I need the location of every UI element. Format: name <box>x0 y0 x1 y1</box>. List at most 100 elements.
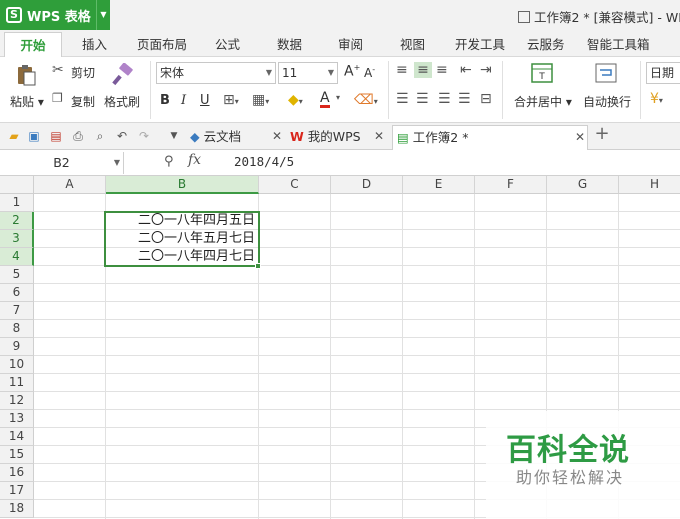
distributed-icon[interactable]: ⊟ <box>480 91 492 107</box>
tab-insert[interactable]: 插入 <box>82 32 107 57</box>
redo-icon[interactable]: ↷ <box>136 128 152 144</box>
italic-icon[interactable]: I <box>181 93 186 108</box>
selection-range <box>104 211 260 267</box>
row-header[interactable]: 16 <box>0 464 34 482</box>
align-left-icon[interactable]: ☰ <box>396 91 409 107</box>
fill-handle[interactable] <box>255 263 261 269</box>
open-folder-icon[interactable]: ▰ <box>6 128 22 144</box>
chevron-down-icon[interactable]: ▾ <box>336 93 340 102</box>
row-header[interactable]: 1 <box>0 194 34 212</box>
row-header[interactable]: 14 <box>0 428 34 446</box>
chevron-down-icon[interactable]: ▼ <box>166 128 182 144</box>
merge-center-icon[interactable]: T <box>530 61 554 85</box>
row-header[interactable]: 9 <box>0 338 34 356</box>
row-header[interactable]: 10 <box>0 356 34 374</box>
align-center-icon[interactable]: ☰ <box>416 91 429 107</box>
tab-cloud[interactable]: 云服务 <box>527 32 565 57</box>
clear-format-icon[interactable]: ⌫▾ <box>354 92 378 108</box>
print-preview-icon[interactable]: ⌕ <box>92 128 108 144</box>
new-tab-button[interactable]: + <box>594 125 610 143</box>
paste-button[interactable]: 粘贴 ▾ <box>10 93 44 110</box>
currency-format-icon[interactable]: ¥▾ <box>650 91 663 107</box>
app-menu-button[interactable]: S WPS 表格 ▼ <box>0 0 110 30</box>
wrap-text-icon[interactable] <box>594 61 618 85</box>
merge-center-button[interactable]: 合并居中 ▾ <box>514 93 572 110</box>
tab-smart-tools[interactable]: 智能工具箱 <box>587 32 650 57</box>
column-header-f[interactable]: F <box>475 176 547 194</box>
close-icon[interactable]: ✕ <box>575 126 585 149</box>
zoom-icon[interactable]: ⚲ <box>164 154 174 169</box>
close-icon[interactable]: ✕ <box>272 125 282 148</box>
align-top-icon[interactable]: ≡ <box>396 62 408 78</box>
format-painter-icon[interactable] <box>110 62 134 87</box>
doc-tab-cloud[interactable]: ◆ 云文档 ✕ <box>190 125 286 150</box>
row-header[interactable]: 5 <box>0 266 34 284</box>
name-box[interactable]: B2 ▼ <box>0 152 124 174</box>
row-header[interactable]: 4 <box>0 248 34 266</box>
fill-color-icon[interactable]: ◆▾ <box>288 92 303 108</box>
formula-input[interactable]: 2018/4/5 <box>234 154 294 169</box>
row-header[interactable]: 18 <box>0 500 34 518</box>
align-bottom-icon[interactable]: ≡ <box>436 62 448 78</box>
row-header[interactable]: 7 <box>0 302 34 320</box>
tab-page-layout[interactable]: 页面布局 <box>137 32 187 57</box>
export-pdf-icon[interactable]: ▤ <box>48 128 64 144</box>
row-header[interactable]: 17 <box>0 482 34 500</box>
close-icon[interactable]: ✕ <box>374 125 384 148</box>
row-header[interactable]: 13 <box>0 410 34 428</box>
row-header[interactable]: 11 <box>0 374 34 392</box>
tab-data[interactable]: 数据 <box>277 32 302 57</box>
paste-icon[interactable] <box>14 63 38 87</box>
tab-home[interactable]: 开始 <box>4 32 62 57</box>
tab-developer[interactable]: 开发工具 <box>455 32 505 57</box>
tab-review[interactable]: 审阅 <box>338 32 363 57</box>
cloud-docs-icon: ◆ <box>190 129 200 144</box>
row-header[interactable]: 6 <box>0 284 34 302</box>
column-header-h[interactable]: H <box>619 176 680 194</box>
function-icon[interactable]: fx <box>188 152 201 168</box>
font-size-select[interactable]: 11 ▼ <box>278 62 338 84</box>
underline-icon[interactable]: U <box>200 93 210 108</box>
format-painter-button[interactable]: 格式刷 <box>104 93 140 110</box>
formula-bar: B2 ▼ ⚲ fx 2018/4/5 <box>0 150 680 176</box>
save-icon[interactable]: ▣ <box>26 128 42 144</box>
font-color-icon[interactable]: A <box>320 91 330 108</box>
row-header[interactable]: 2 <box>0 212 34 230</box>
print-icon[interactable]: ⎙ <box>70 128 86 144</box>
column-header-b[interactable]: B <box>106 176 259 194</box>
decrease-font-icon[interactable]: A- <box>364 65 375 80</box>
bold-icon[interactable]: B <box>160 93 170 108</box>
align-right-icon[interactable]: ☰ <box>438 91 451 107</box>
column-header-e[interactable]: E <box>403 176 475 194</box>
number-format-select[interactable]: 日期 <box>646 62 680 84</box>
border-icon[interactable]: ⊞▾ <box>223 92 239 108</box>
font-name-select[interactable]: 宋体 ▼ <box>156 62 276 84</box>
undo-icon[interactable]: ↶ <box>114 128 130 144</box>
tab-formulas[interactable]: 公式 <box>215 32 240 57</box>
align-middle-icon[interactable]: ≡ <box>414 62 432 78</box>
row-header[interactable]: 3 <box>0 230 34 248</box>
scissors-icon[interactable]: ✂ <box>52 62 64 78</box>
copy-button[interactable]: 复制 <box>71 93 95 110</box>
select-all-corner[interactable] <box>0 176 34 194</box>
row-header[interactable]: 8 <box>0 320 34 338</box>
row-header[interactable]: 15 <box>0 446 34 464</box>
column-header-a[interactable]: A <box>34 176 106 194</box>
row-header[interactable]: 12 <box>0 392 34 410</box>
tab-view[interactable]: 视图 <box>400 32 425 57</box>
chevron-down-icon[interactable]: ▼ <box>96 0 110 30</box>
column-header-d[interactable]: D <box>331 176 403 194</box>
increase-font-icon[interactable]: A+ <box>344 63 360 80</box>
decrease-indent-icon[interactable]: ⇤ <box>460 62 472 78</box>
copy-icon[interactable]: ❐ <box>52 91 63 105</box>
column-header-g[interactable]: G <box>547 176 619 194</box>
doc-tab-workbook[interactable]: ▤ 工作簿2 * ✕ <box>392 125 588 150</box>
title-bar: S WPS 表格 ▼ 工作簿2 * [兼容模式] - WPS <box>0 0 680 30</box>
justify-icon[interactable]: ☰ <box>458 91 471 107</box>
merge-cells-icon[interactable]: ▦▾ <box>252 92 269 108</box>
increase-indent-icon[interactable]: ⇥ <box>480 62 492 78</box>
cut-button[interactable]: 剪切 <box>71 64 95 81</box>
column-header-c[interactable]: C <box>259 176 331 194</box>
doc-tab-my-wps[interactable]: W 我的WPS ✕ <box>290 125 388 150</box>
wrap-text-button[interactable]: 自动换行 <box>583 93 631 110</box>
